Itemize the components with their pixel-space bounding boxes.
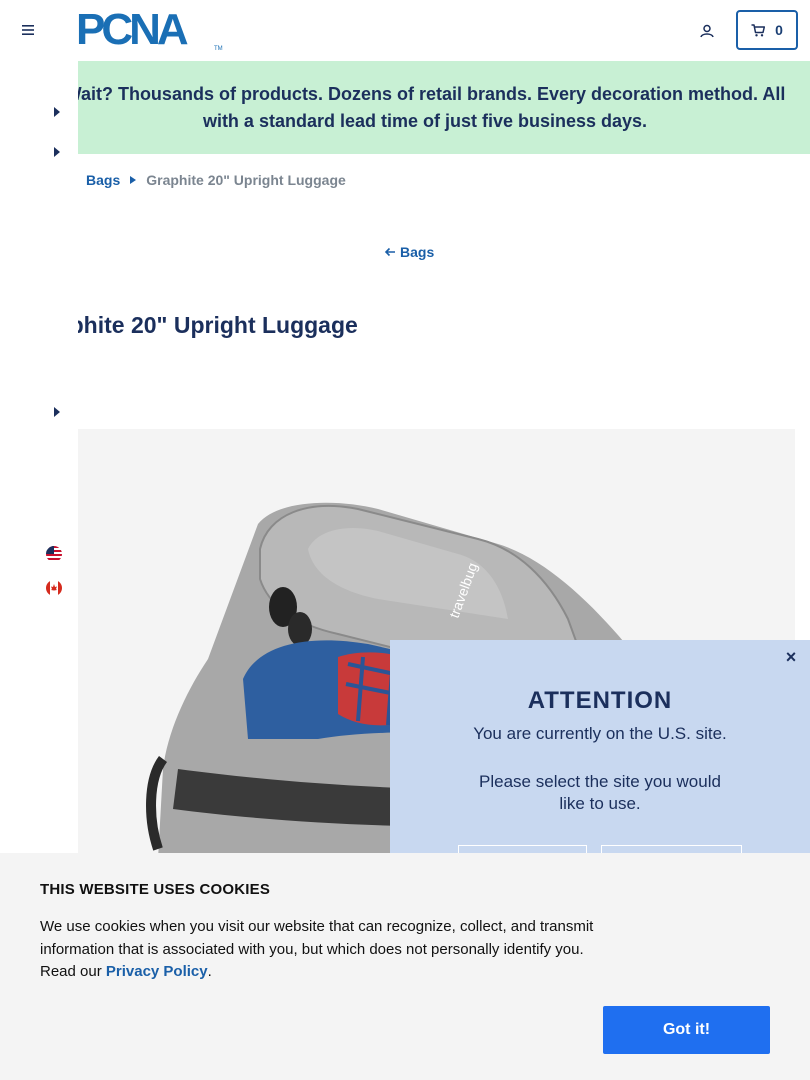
cookie-text-end: .: [207, 963, 212, 980]
cart-button[interactable]: 0: [736, 10, 798, 50]
back-to-bags-link[interactable]: Bags: [384, 244, 434, 260]
breadcrumb-current: Graphite 20" Upright Luggage: [146, 172, 346, 188]
cookie-text: We use cookies when you visit our websit…: [40, 916, 600, 984]
modal-select-text: Please select the site you would like to…: [479, 772, 721, 813]
modal-title: ATTENTION: [527, 687, 673, 714]
account-icon: [700, 24, 714, 38]
caret-right-icon[interactable]: [53, 407, 61, 417]
page: PCNA TM 0 Wait? Thousands of products. D…: [0, 0, 810, 1080]
privacy-policy-link[interactable]: Privacy Policy: [106, 963, 208, 980]
breadcrumb-link-bags[interactable]: Bags: [86, 172, 120, 188]
caret-right-icon: [130, 176, 137, 184]
cart-icon: [751, 23, 766, 36]
breadcrumb: Bags Graphite 20" Upright Luggage: [86, 172, 346, 188]
back-link-label: Bags: [400, 244, 435, 260]
canada-flag-icon[interactable]: [46, 580, 62, 596]
promo-banner-text: Wait? Thousands of products. Dozens of r…: [64, 83, 786, 131]
site-select-modal: × ATTENTION You are currently on the U.S…: [390, 640, 810, 885]
us-flag-icon[interactable]: [46, 546, 62, 562]
site-header: PCNA TM 0: [0, 0, 810, 61]
cookie-title: THIS WEBSITE USES COOKIES: [40, 881, 271, 898]
cart-count: 0: [775, 22, 783, 38]
menu-icon: [22, 25, 34, 35]
arrow-left-icon: [384, 247, 395, 257]
caret-right-icon[interactable]: [53, 107, 61, 117]
promo-banner: Wait? Thousands of products. Dozens of r…: [0, 61, 810, 154]
caret-right-icon[interactable]: [53, 147, 61, 157]
product-title: Graphite 20" Upright Luggage: [30, 312, 358, 338]
accept-cookies-button[interactable]: Got it!: [603, 1006, 770, 1054]
close-icon[interactable]: ×: [780, 646, 802, 668]
account-button[interactable]: [695, 19, 719, 43]
cookie-banner: THIS WEBSITE USES COOKIES We use cookies…: [0, 853, 810, 1080]
logo-text: PCNA: [76, 5, 189, 54]
logo-trademark: TM: [214, 46, 223, 52]
modal-current-site-text: You are currently on the U.S. site.: [473, 724, 727, 743]
pcna-logo[interactable]: PCNA TM: [76, 8, 223, 53]
menu-button[interactable]: [14, 18, 42, 42]
